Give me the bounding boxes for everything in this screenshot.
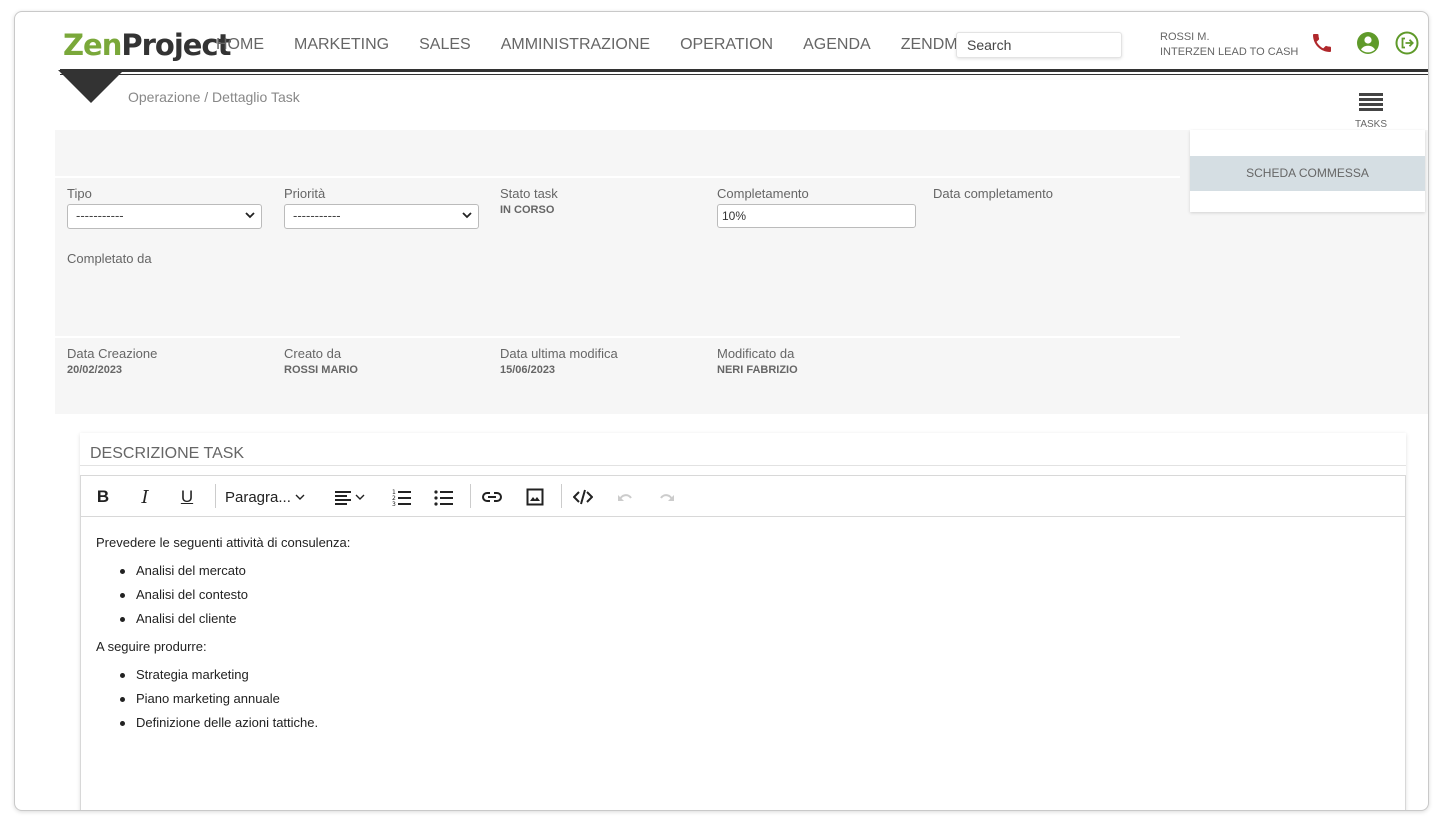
ordered-list-button[interactable]: 1 2 3 <box>391 486 413 508</box>
toolbar-divider <box>561 484 562 508</box>
nav-marketing[interactable]: MARKETING <box>294 36 389 54</box>
phone-icon[interactable] <box>1310 31 1334 55</box>
code-icon <box>573 489 593 505</box>
data-modifica-label: Data ultima modifica <box>500 346 618 361</box>
data-creazione-value: 20/02/2023 <box>67 364 123 376</box>
list-item: Piano marketing annuale <box>96 687 350 711</box>
side-card: SCHEDA COMMESSA <box>1190 130 1425 212</box>
header-triangle <box>58 70 124 103</box>
tipo-label: Tipo <box>67 186 92 201</box>
modificato-da-value: NERI FABRIZIO <box>717 364 798 376</box>
main-nav: HOME MARKETING SALES AMMINISTRAZIONE OPE… <box>216 36 998 54</box>
user-info: ROSSI M. INTERZEN LEAD TO CASH <box>1160 30 1298 60</box>
app-window: ZenProject HOME MARKETING SALES AMMINIST… <box>14 11 1429 811</box>
list-item: Strategia marketing <box>96 663 350 687</box>
priorita-label: Priorità <box>284 186 326 201</box>
chevron-down-icon <box>245 212 255 219</box>
redo-button[interactable] <box>656 486 678 508</box>
search-input[interactable] <box>956 32 1122 58</box>
header-divider <box>60 69 1428 72</box>
tasks-button[interactable]: TASKS <box>1354 92 1388 130</box>
tasks-label: TASKS <box>1354 119 1388 130</box>
stato-label: Stato task <box>500 186 558 201</box>
middle-paragraph: A seguire produrre: <box>96 639 207 654</box>
tipo-select[interactable]: ----------- <box>67 204 262 229</box>
bullet-list-2: Strategia marketing Piano marketing annu… <box>96 663 350 735</box>
description-divider <box>80 465 1406 466</box>
creato-da-value: ROSSI MARIO <box>284 364 358 376</box>
data-completamento-label: Data completamento <box>933 186 1053 201</box>
zenproject-logo[interactable]: ZenProject <box>63 28 232 62</box>
intro-paragraph: Prevedere le seguenti attività di consul… <box>96 535 351 550</box>
list-item: Definizione delle azioni tattiche. <box>96 711 350 735</box>
bold-button[interactable]: B <box>93 486 113 508</box>
nav-agenda[interactable]: AGENDA <box>803 36 871 54</box>
redo-icon <box>660 494 674 501</box>
list-item: Analisi del contesto <box>96 583 350 607</box>
image-button[interactable] <box>524 486 546 508</box>
image-icon <box>526 488 544 506</box>
bullet-list-button[interactable] <box>433 486 455 508</box>
priorita-select[interactable]: ----------- <box>284 204 479 229</box>
editor-content[interactable]: Prevedere le seguenti attività di consul… <box>96 531 350 739</box>
scheda-commessa-button[interactable]: SCHEDA COMMESSA <box>1190 156 1425 191</box>
rich-text-editor: B I U Paragra... 1 2 3 Prevedere le segu… <box>80 475 1406 810</box>
description-section: DESCRIZIONE TASK B I U Paragra... 1 2 3 … <box>80 433 1406 810</box>
link-icon <box>482 492 502 502</box>
user-icon[interactable] <box>1356 31 1380 55</box>
user-company: INTERZEN LEAD TO CASH <box>1160 46 1299 58</box>
creato-da-label: Creato da <box>284 346 342 361</box>
completamento-input[interactable]: 10% <box>717 204 916 228</box>
italic-button[interactable]: I <box>135 486 155 508</box>
header-divider-thin <box>60 74 1428 75</box>
align-button[interactable] <box>333 486 369 508</box>
code-button[interactable] <box>572 486 594 508</box>
description-title: DESCRIZIONE TASK <box>90 445 245 462</box>
nav-amministrazione[interactable]: AMMINISTRAZIONE <box>501 36 650 54</box>
nav-operation[interactable]: OPERATION <box>680 36 773 54</box>
underline-button[interactable]: U <box>177 486 197 508</box>
list-icon <box>1359 93 1383 111</box>
align-icon <box>335 491 365 505</box>
nav-home[interactable]: HOME <box>216 36 264 54</box>
paragraph-label: Paragra... <box>225 488 291 506</box>
bullet-list-icon <box>434 490 453 506</box>
toolbar-divider <box>215 484 216 508</box>
logo-part-project: Project <box>121 28 231 62</box>
user-name: ROSSI M. <box>1160 31 1210 43</box>
data-creazione-label: Data Creazione <box>67 346 158 361</box>
panel-separator <box>55 176 1180 178</box>
panel-separator <box>55 336 1180 338</box>
undo-button[interactable] <box>614 486 636 508</box>
tipo-select-value: ----------- <box>76 208 124 223</box>
list-item: Analisi del mercato <box>96 559 350 583</box>
priorita-select-value: ----------- <box>293 208 341 223</box>
paragraph-dropdown[interactable]: Paragra... <box>225 486 315 508</box>
toolbar-divider <box>470 484 471 508</box>
undo-icon <box>618 494 632 501</box>
editor-toolbar: B I U Paragra... 1 2 3 <box>81 476 1405 517</box>
ordered-list-icon: 1 2 3 <box>392 489 411 506</box>
modificato-da-label: Modificato da <box>717 346 795 361</box>
completamento-label: Completamento <box>717 186 809 201</box>
chevron-down-icon <box>295 494 305 500</box>
completato-da-label: Completato da <box>67 251 152 266</box>
bullet-list-1: Analisi del mercato Analisi del contesto… <box>96 559 350 631</box>
link-button[interactable] <box>481 486 503 508</box>
logout-icon[interactable] <box>1395 31 1419 55</box>
breadcrumb: Operazione / Dettaglio Task <box>128 89 300 105</box>
logo-part-zen: Zen <box>63 28 122 62</box>
svg-text:3: 3 <box>392 501 396 506</box>
nav-sales[interactable]: SALES <box>419 36 471 54</box>
chevron-down-icon <box>462 212 472 219</box>
data-modifica-value: 15/06/2023 <box>500 364 556 376</box>
list-item: Analisi del cliente <box>96 607 350 631</box>
stato-value: IN CORSO <box>500 204 555 216</box>
